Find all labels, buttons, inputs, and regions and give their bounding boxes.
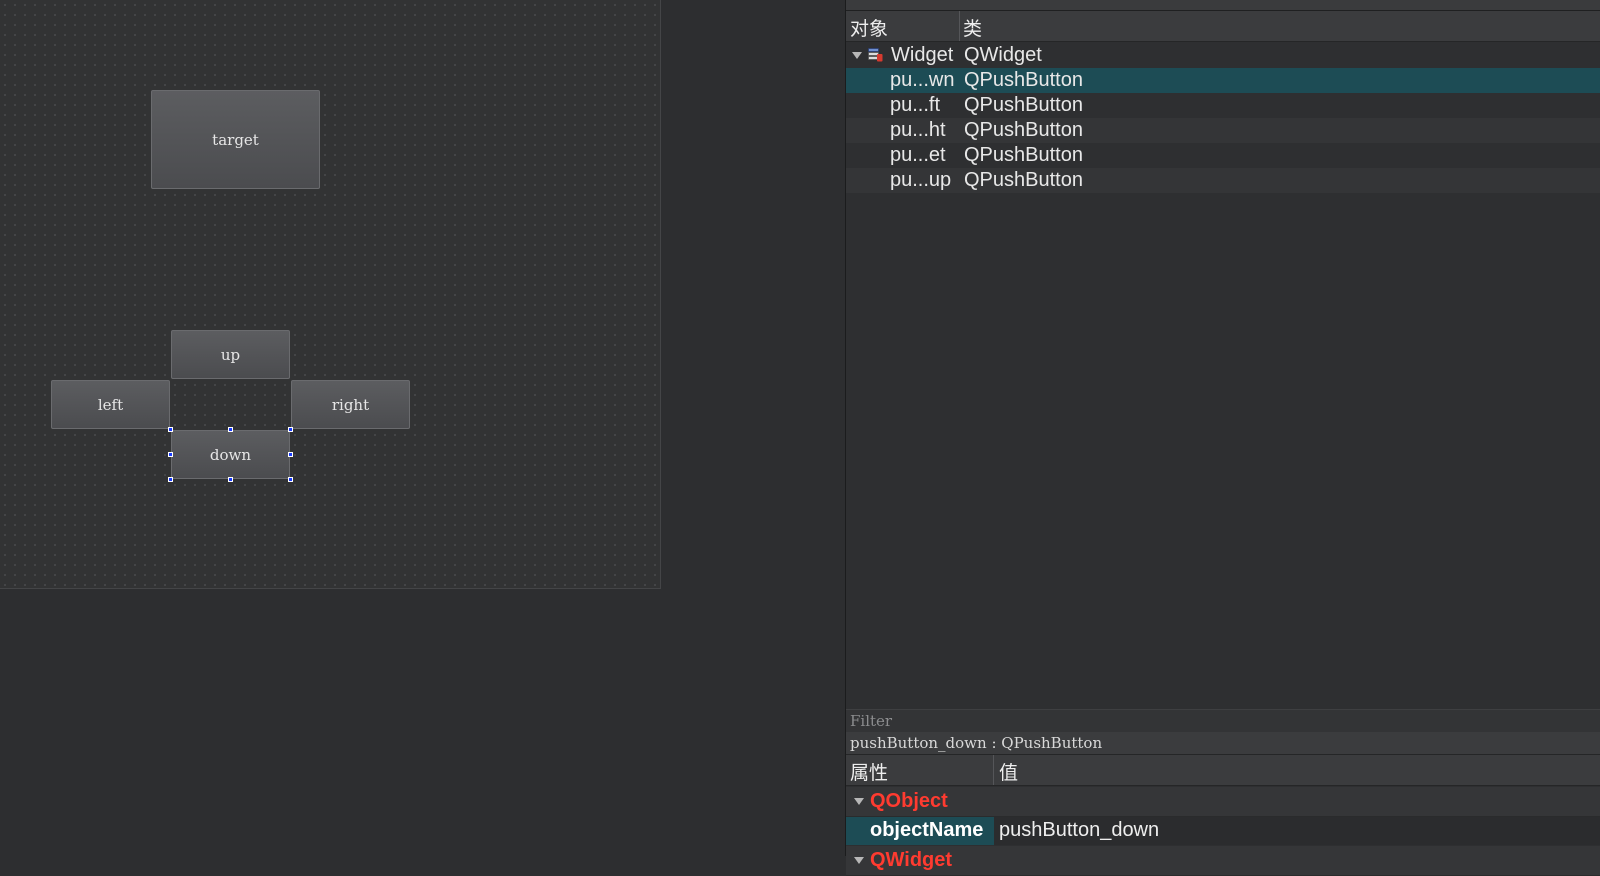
tree-item-class: QPushButton (964, 169, 1083, 191)
tree-item-class: QPushButton (964, 119, 1083, 141)
inspector-panel: 对象 类 Widget QWidget pu...wn QPushButton … (845, 0, 1600, 876)
column-header-value[interactable]: 值 (999, 758, 1018, 785)
resize-handle-bottom-left[interactable] (168, 477, 173, 482)
tree-row-push-button-left[interactable]: pu...ft QPushButton (846, 93, 1600, 118)
tree-item-name: pu...ft (890, 94, 941, 116)
form-canvas[interactable]: target up left right down (0, 0, 661, 589)
property-group-qobject[interactable]: QObject (846, 787, 1600, 817)
tree-item-name: Widget (891, 44, 954, 66)
property-group-qwidget[interactable]: QWidget (846, 846, 1600, 876)
resize-handle-right[interactable] (288, 452, 293, 457)
column-header-property[interactable]: 属性 (850, 758, 888, 785)
right-button[interactable]: right (291, 380, 410, 429)
target-button[interactable]: target (151, 90, 320, 189)
resize-handle-bottom[interactable] (228, 477, 233, 482)
tree-row-push-button-down[interactable]: pu...wn QPushButton (846, 68, 1600, 93)
column-separator[interactable] (993, 755, 994, 785)
resize-handle-top-right[interactable] (288, 427, 293, 432)
column-header-object[interactable]: 对象 (850, 14, 888, 41)
tree-item-class: QPushButton (964, 69, 1083, 91)
left-button[interactable]: left (51, 380, 170, 429)
property-group-title: QObject (870, 790, 948, 812)
tree-row-push-button-right[interactable]: pu...ht QPushButton (846, 118, 1600, 143)
resize-handle-top-left[interactable] (168, 427, 173, 432)
tree-item-name: pu...up (890, 169, 952, 191)
tree-row-push-button-target[interactable]: pu...et QPushButton (846, 143, 1600, 168)
object-inspector-header: 对象 类 (846, 11, 1600, 42)
property-row-objectname[interactable]: objectName pushButton_down (846, 817, 1600, 845)
tree-item-class: QPushButton (964, 94, 1083, 116)
current-object-text: pushButton_down : QPushButton (850, 734, 1103, 752)
property-value[interactable]: pushButton_down (999, 819, 1159, 842)
up-button[interactable]: up (171, 330, 290, 379)
expand-arrow-icon[interactable] (854, 798, 864, 805)
tree-row-widget[interactable]: Widget QWidget (846, 43, 1600, 68)
expand-arrow-icon[interactable] (852, 52, 862, 59)
panel-title-strip (846, 0, 1600, 11)
current-object-label: pushButton_down : QPushButton (846, 732, 1600, 755)
resize-handle-bottom-right[interactable] (288, 477, 293, 482)
property-filter-input[interactable]: Filter (846, 709, 1600, 732)
resize-handle-left[interactable] (168, 452, 173, 457)
tree-item-class: QPushButton (964, 144, 1083, 166)
tree-item-name: pu...wn (890, 69, 955, 91)
filter-placeholder: Filter (850, 712, 893, 730)
property-name-cell: objectName (846, 817, 994, 845)
property-group-title: QWidget (870, 849, 953, 871)
property-editor-header: 属性 值 (846, 755, 1600, 786)
tree-item-name: pu...ht (890, 119, 946, 141)
tree-item-class: QWidget (964, 44, 1042, 66)
column-header-class[interactable]: 类 (963, 14, 982, 41)
tree-item-name: pu...et (890, 144, 946, 166)
resize-handle-top[interactable] (228, 427, 233, 432)
widget-icon (868, 48, 883, 62)
object-tree: Widget QWidget pu...wn QPushButton pu...… (846, 43, 1600, 193)
down-button[interactable]: down (171, 430, 290, 479)
property-name: objectName (870, 819, 984, 841)
tree-row-push-button-up[interactable]: pu...up QPushButton (846, 168, 1600, 193)
column-separator[interactable] (959, 11, 960, 41)
expand-arrow-icon[interactable] (854, 857, 864, 864)
